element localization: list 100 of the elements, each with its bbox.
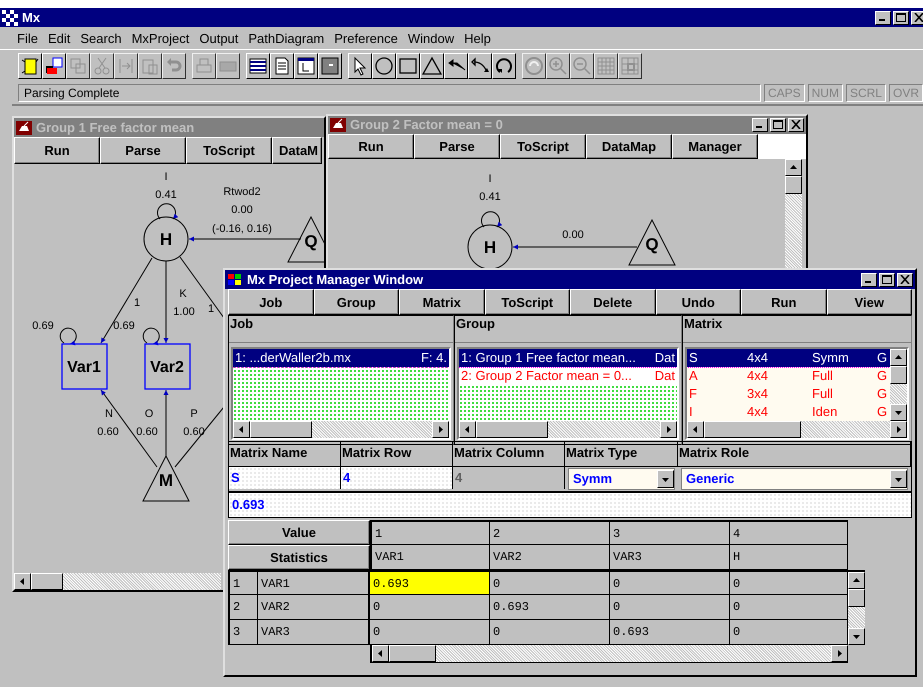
horizontal-scrollbar[interactable] <box>687 421 907 438</box>
table-cell[interactable]: 0 <box>730 570 848 595</box>
menu-item[interactable]: Search <box>75 30 127 46</box>
scroll-down-button[interactable] <box>890 404 907 421</box>
table-cell[interactable]: 0 <box>490 620 610 645</box>
statistics-mode-button[interactable]: Statistics <box>228 545 370 570</box>
scroll-right-button[interactable] <box>890 421 907 438</box>
toolbar-button[interactable]: DataMap <box>586 134 672 159</box>
horizontal-scrollbar[interactable] <box>14 573 221 590</box>
scroll-down-button[interactable] <box>848 628 865 645</box>
list-item[interactable]: 1: ...derWaller2b.mx F: 4. <box>233 349 449 367</box>
scroll-thumb[interactable] <box>31 573 63 590</box>
menu-item[interactable]: Preference <box>329 30 403 46</box>
table-cell[interactable]: 0 <box>370 595 490 620</box>
toolbar-button[interactable] <box>270 53 294 79</box>
close-button[interactable] <box>897 272 913 286</box>
vertical-scrollbar[interactable] <box>785 159 802 270</box>
scroll-left-button[interactable] <box>14 573 31 590</box>
toolbar-button[interactable] <box>492 53 516 79</box>
value-field[interactable]: 0.693 <box>228 492 912 518</box>
toolbar-button[interactable]: Job <box>228 289 314 315</box>
horizontal-scrollbar[interactable] <box>372 645 848 662</box>
scroll-right-button[interactable] <box>831 645 848 662</box>
scroll-thumb[interactable] <box>848 589 865 607</box>
toolbar-button[interactable]: Run <box>14 137 100 164</box>
table-cell[interactable]: 0.693 <box>370 570 490 595</box>
toolbar-button[interactable] <box>444 53 468 79</box>
maximize-button[interactable] <box>893 10 909 24</box>
toolbar-button[interactable]: ToScript <box>500 134 586 159</box>
scroll-thumb[interactable] <box>890 366 907 384</box>
dropdown-field[interactable]: Generic <box>681 468 908 490</box>
menu-item[interactable]: Output <box>194 30 244 46</box>
toolbar-button[interactable]: Undo <box>656 289 741 315</box>
toolbar-button[interactable] <box>396 53 420 79</box>
scroll-left-button[interactable] <box>233 421 250 438</box>
menu-item[interactable]: File <box>12 30 43 46</box>
menu-item[interactable]: Window <box>402 30 460 46</box>
toolbar-button[interactable]: Run <box>741 289 826 315</box>
minimize-button[interactable] <box>875 10 891 24</box>
toolbar-button[interactable] <box>348 53 372 79</box>
table-cell[interactable]: 0.693 <box>490 595 610 620</box>
toolbar-button[interactable]: Group <box>314 289 399 315</box>
toolbar-button[interactable] <box>468 53 492 79</box>
scroll-thumb[interactable] <box>476 421 548 438</box>
table-cell[interactable]: 0 <box>610 595 730 620</box>
menu-item[interactable]: PathDiagram <box>243 30 330 46</box>
toolbar-button[interactable]: Parse <box>100 137 186 164</box>
toolbar-button[interactable]: Run <box>328 134 414 159</box>
input-field[interactable]: S <box>229 467 341 489</box>
menu-item[interactable]: MxProject <box>126 30 194 46</box>
toolbar-button[interactable]: DataM <box>272 137 322 164</box>
list-item[interactable]: 1: Group 1 Free factor mean... Dat <box>459 349 677 367</box>
minimize-button[interactable] <box>861 272 877 286</box>
table-cell[interactable]: 0 <box>730 595 848 620</box>
toolbar-button[interactable] <box>372 53 396 79</box>
dropdown-button[interactable] <box>890 470 907 488</box>
vertical-scrollbar[interactable] <box>848 572 865 645</box>
scroll-up-button[interactable] <box>890 349 907 366</box>
toolbar-button[interactable] <box>42 53 66 79</box>
maximize-button[interactable] <box>770 118 786 132</box>
toolbar-button[interactable]: Manager <box>672 134 758 159</box>
value-mode-button[interactable]: Value <box>228 520 370 545</box>
horizontal-scrollbar[interactable] <box>459 421 677 438</box>
menu-item[interactable]: Edit <box>42 30 76 46</box>
dropdown-field[interactable]: Symm <box>568 468 675 490</box>
toolbar-button[interactable]: Delete <box>570 289 656 315</box>
toolbar-button[interactable] <box>294 53 318 79</box>
table-cell[interactable]: 0 <box>610 570 730 595</box>
minimize-button[interactable] <box>752 118 768 132</box>
close-button[interactable] <box>911 10 923 24</box>
input-field[interactable]: 4 <box>341 467 453 489</box>
scroll-up-button[interactable] <box>848 572 865 589</box>
table-cell[interactable]: 0 <box>490 570 610 595</box>
list-item[interactable]: 2: Group 2 Factor mean = 0... Dat <box>459 367 677 385</box>
scroll-up-button[interactable] <box>785 159 802 176</box>
scroll-left-button[interactable] <box>459 421 476 438</box>
toolbar-button[interactable] <box>246 53 270 79</box>
scroll-right-button[interactable] <box>432 421 449 438</box>
toolbar-button[interactable]: View <box>826 289 912 315</box>
scroll-thumb[interactable] <box>389 645 436 662</box>
scroll-thumb[interactable] <box>250 421 312 438</box>
scroll-left-button[interactable] <box>372 645 389 662</box>
scroll-left-button[interactable] <box>687 421 704 438</box>
table-cell[interactable]: 0.693 <box>610 620 730 645</box>
horizontal-scrollbar[interactable] <box>233 421 449 438</box>
toolbar-button[interactable] <box>18 53 42 79</box>
table-cell[interactable]: 0 <box>730 620 848 645</box>
toolbar-button[interactable]: Matrix <box>399 289 484 315</box>
scroll-right-button[interactable] <box>660 421 677 438</box>
window-title-bar[interactable]: Mx Project Manager Window <box>225 270 915 289</box>
menu-item[interactable]: Help <box>459 30 496 46</box>
toolbar-button[interactable] <box>420 53 444 79</box>
dropdown-button[interactable] <box>657 470 674 488</box>
toolbar-button[interactable] <box>318 53 342 79</box>
toolbar-button[interactable]: ToScript <box>484 289 570 315</box>
scroll-thumb[interactable] <box>785 176 802 194</box>
vertical-scrollbar[interactable] <box>890 349 907 421</box>
maximize-button[interactable] <box>879 272 895 286</box>
list-item[interactable]: S 4x4 Symm G <box>687 349 890 367</box>
close-button[interactable] <box>788 118 804 132</box>
